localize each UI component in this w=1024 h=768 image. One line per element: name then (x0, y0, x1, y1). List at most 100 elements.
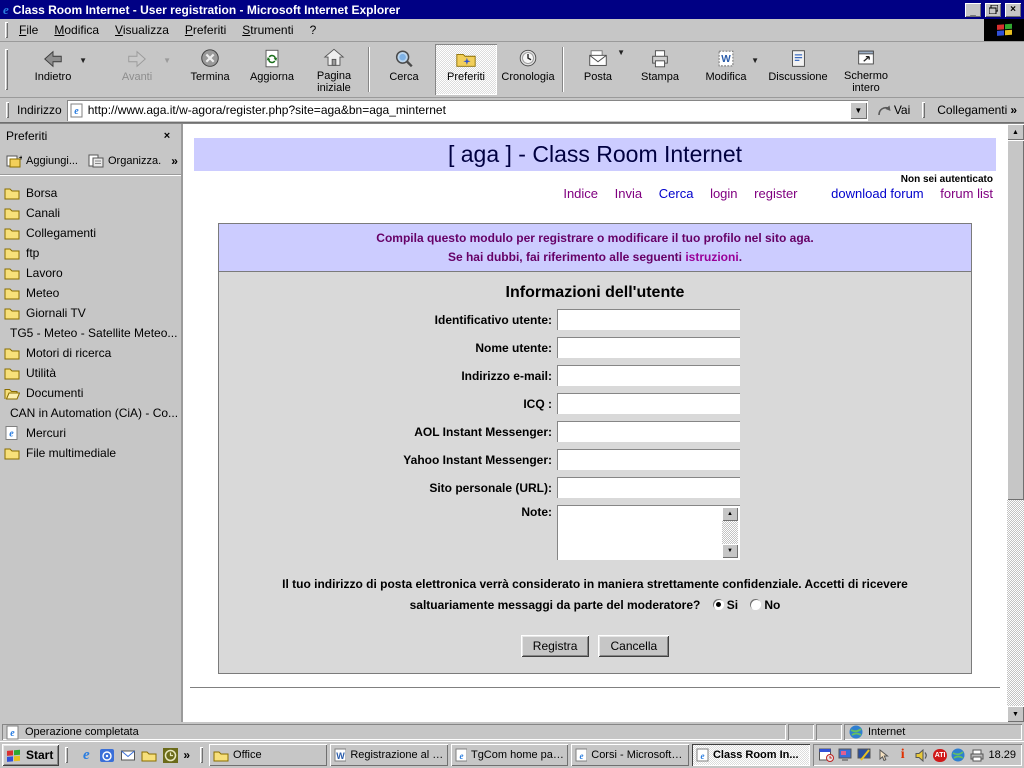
folder-icon[interactable] (141, 747, 157, 763)
nav-link-register[interactable]: register (754, 186, 797, 201)
menu-help[interactable]: ? (302, 20, 325, 40)
links-grip[interactable] (922, 102, 925, 119)
scroll-down-icon[interactable]: ▼ (722, 544, 738, 558)
mail-dropdown-icon[interactable]: ▼ (617, 48, 625, 57)
scroll-up-icon[interactable]: ▲ (722, 507, 738, 521)
scrollbar-thumb[interactable] (1007, 140, 1024, 500)
toolbar-grip[interactable] (5, 49, 8, 90)
go-button[interactable]: Vai (873, 101, 914, 119)
consent-no-radio[interactable] (750, 599, 761, 610)
url-field[interactable] (557, 477, 740, 498)
favorite-item[interactable]: File multimediale (4, 443, 177, 463)
favorite-item[interactable]: Lavoro (4, 263, 177, 283)
edit-dropdown-icon[interactable]: ▼ (751, 56, 759, 65)
print-button[interactable]: Stampa (629, 44, 691, 95)
outlook-express-icon[interactable] (120, 747, 136, 763)
textarea-scrollbar[interactable]: ▲ ▼ (722, 507, 738, 558)
back-dropdown-icon[interactable]: ▼ (79, 56, 87, 65)
taskbar-window-corsi[interactable]: e Corsi - Microsoft In... (571, 744, 689, 766)
user-name-field[interactable] (557, 337, 740, 358)
printer-icon[interactable] (969, 747, 985, 763)
organize-favorites-button[interactable]: Organizza. (88, 154, 161, 168)
links-bar[interactable]: Collegamenti » (933, 101, 1021, 119)
taskbar-clock[interactable]: 18.29 (988, 749, 1016, 761)
scroll-track[interactable] (722, 521, 738, 544)
back-button[interactable]: Indietro ▼ (11, 44, 95, 95)
email-field[interactable] (557, 365, 740, 386)
favorite-item[interactable]: ftp (4, 243, 177, 263)
istruzioni-link[interactable]: istruzioni (685, 250, 738, 264)
favorite-item[interactable]: Collegamenti (4, 223, 177, 243)
consent-yes-radio[interactable] (713, 599, 724, 610)
aol-field[interactable] (557, 421, 740, 442)
taskbar-window-word[interactable]: W Registrazione al c... (330, 744, 448, 766)
forward-dropdown-icon[interactable]: ▼ (163, 56, 171, 65)
nav-link-forum-list[interactable]: forum list (940, 186, 993, 201)
menu-strumenti[interactable]: Strumenti (234, 20, 301, 40)
task-scheduler-icon[interactable] (819, 747, 835, 763)
nav-link-login[interactable]: login (710, 186, 737, 201)
favorite-item[interactable]: e TG5 - Meteo - Satellite Meteo... (4, 323, 177, 343)
taskbar-grip[interactable] (200, 747, 203, 762)
minimize-button[interactable]: _ (965, 3, 981, 17)
favorites-toolbar-chevron-icon[interactable]: » (171, 154, 178, 168)
taskbar-window-tgcom[interactable]: e TgCom home pag... (451, 744, 569, 766)
note-textarea[interactable]: ▲ ▼ (557, 505, 740, 560)
addressbar-grip[interactable] (6, 102, 9, 119)
vertical-scrollbar[interactable]: ▲ ▼ (1007, 124, 1024, 722)
favorites-button[interactable]: Preferiti (435, 44, 497, 95)
forward-button[interactable]: Avanti ▼ (95, 44, 179, 95)
scrollbar-track[interactable] (1007, 500, 1024, 706)
menu-file[interactable]: File (11, 20, 46, 40)
favorite-item[interactable]: Documenti (4, 383, 177, 403)
favorite-item[interactable]: e CAN in Automation (CiA) - Co... (4, 403, 177, 423)
scheduler-icon[interactable] (162, 747, 178, 763)
favorite-item[interactable]: Giornali TV (4, 303, 177, 323)
ati-icon[interactable]: ATI (933, 749, 948, 762)
taskbar-window-classroom[interactable]: e Class Room In... (692, 744, 810, 766)
display-settings-icon[interactable] (838, 747, 854, 763)
mail-button[interactable]: Posta ▼ (567, 44, 629, 95)
taskbar-grip[interactable] (65, 747, 68, 762)
home-button[interactable]: Pagina iniziale (303, 44, 365, 95)
registra-button[interactable]: Registra (521, 635, 590, 657)
window-titlebar[interactable]: e Class Room Internet - User registratio… (0, 0, 1024, 19)
menu-visualizza[interactable]: Visualizza (107, 20, 177, 40)
nav-link-cerca[interactable]: Cerca (659, 186, 694, 201)
refresh-button[interactable]: Aggiorna (241, 44, 303, 95)
fullscreen-button[interactable]: Schermo intero (835, 44, 897, 95)
start-button[interactable]: Start (2, 744, 59, 766)
network-globe-icon[interactable] (950, 747, 966, 763)
favorite-item[interactable]: Borsa (4, 183, 177, 203)
graphics-utility-icon[interactable] (857, 747, 873, 763)
history-button[interactable]: Cronologia (497, 44, 559, 95)
cancella-button[interactable]: Cancella (598, 635, 669, 657)
yahoo-field[interactable] (557, 449, 740, 470)
discussion-button[interactable]: Discussione (761, 44, 835, 95)
restore-button[interactable] (985, 3, 1001, 17)
channels-icon[interactable] (99, 747, 115, 763)
user-id-field[interactable] (557, 309, 740, 330)
taskbar-window-office[interactable]: Office (209, 744, 327, 766)
favorite-item[interactable]: Utilità (4, 363, 177, 383)
scrollbar-down-icon[interactable]: ▼ (1007, 706, 1024, 722)
pointer-settings-icon[interactable] (876, 747, 892, 763)
add-favorite-button[interactable]: + Aggiungi... (6, 154, 78, 168)
volume-icon[interactable] (914, 747, 930, 763)
stop-button[interactable]: Termina (179, 44, 241, 95)
scrollbar-up-icon[interactable]: ▲ (1007, 124, 1024, 140)
address-input[interactable]: e http://www.aga.it/w-agora/register.php… (67, 100, 868, 121)
nav-link-indice[interactable]: Indice (563, 186, 598, 201)
favorite-item[interactable]: Canali (4, 203, 177, 223)
address-url[interactable]: http://www.aga.it/w-agora/register.php?s… (88, 103, 846, 117)
favorite-item[interactable]: Motori di ricerca (4, 343, 177, 363)
nav-link-download-forum[interactable]: download forum (831, 186, 924, 201)
favorites-close-button[interactable]: × (159, 129, 175, 143)
quick-launch-chevron-icon[interactable]: » (183, 748, 190, 762)
internet-explorer-icon[interactable]: e (78, 747, 94, 763)
search-button[interactable]: Cerca (373, 44, 435, 95)
favorite-item[interactable]: Meteo (4, 283, 177, 303)
favorite-item[interactable]: e Mercuri (4, 423, 177, 443)
alert-icon[interactable]: i (895, 747, 911, 763)
links-chevron-icon[interactable]: » (1010, 103, 1017, 117)
